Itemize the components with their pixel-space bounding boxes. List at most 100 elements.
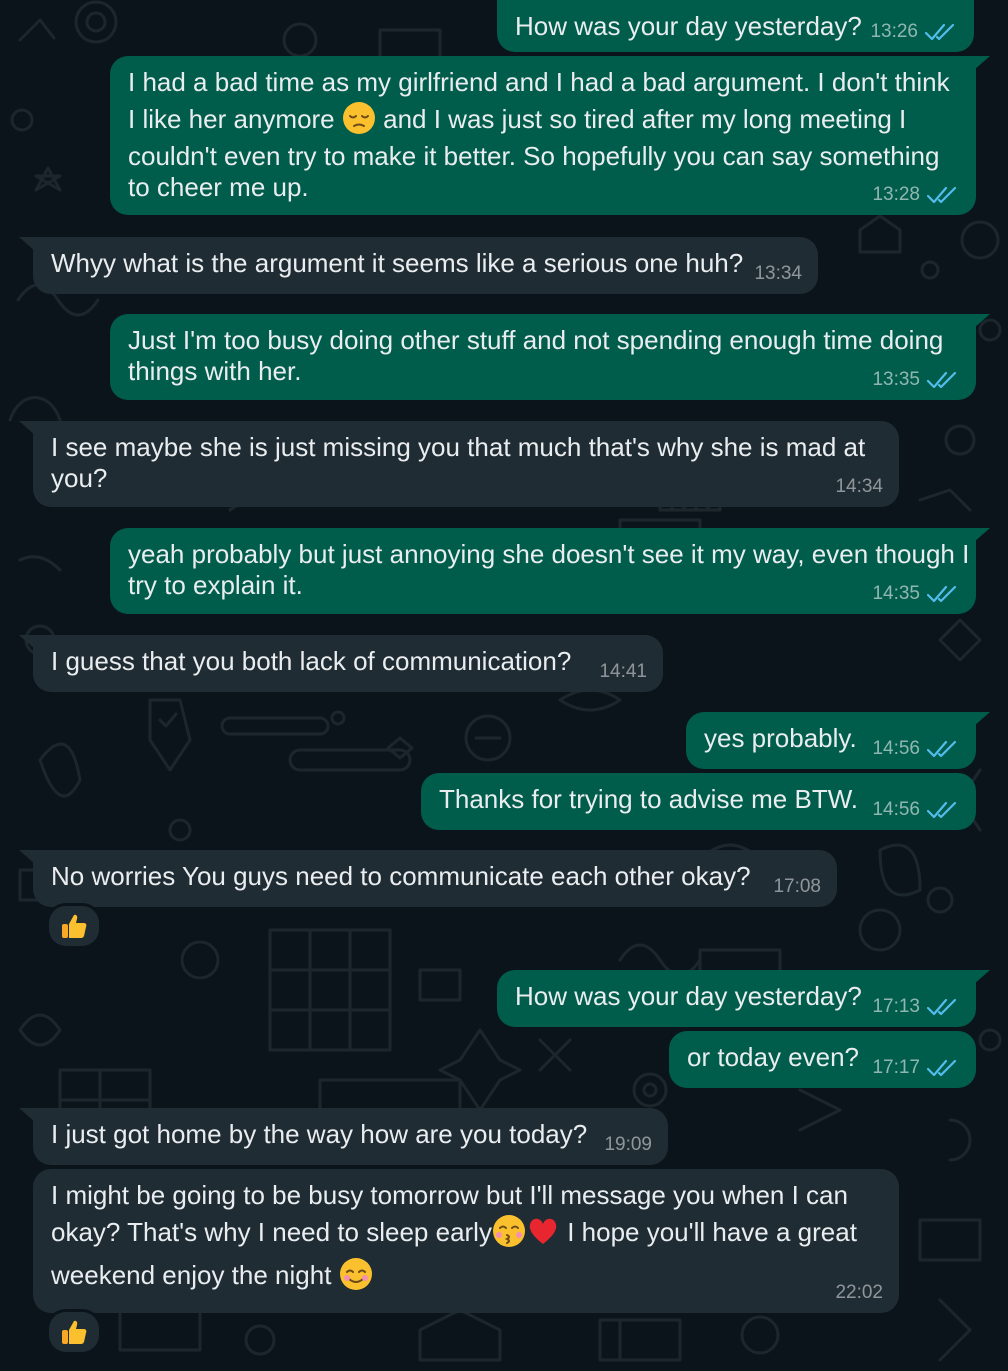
message-line: Whyy what is the argument it seems like … <box>51 248 744 278</box>
red-heart-emoji-icon <box>529 1218 557 1245</box>
outgoing-message[interactable]: Thanks for trying to advise me BTW. 14:56 <box>421 773 976 830</box>
message-text: yeah probably but just annoying she does… <box>128 539 969 601</box>
message-text: How was your day yesterday? <box>515 981 862 1012</box>
smiling-face-emoji-icon <box>339 1258 372 1291</box>
message-line: No worries You guys need to communicate … <box>51 861 751 891</box>
message-meta: 22:02 <box>835 1282 883 1304</box>
outgoing-message[interactable]: yeah probably but just annoying she does… <box>110 528 990 614</box>
incoming-message[interactable]: No worries You guys need to communicate … <box>19 850 837 907</box>
message-time: 13:26 <box>870 21 918 42</box>
bubble-tail <box>19 237 35 251</box>
message-reaction[interactable] <box>46 903 102 949</box>
outgoing-message[interactable]: How was your day yesterday? 13:26 <box>497 0 974 52</box>
message-line: I might be going to be busy tomorrow but… <box>51 1180 848 1210</box>
message-time: 13:28 <box>872 184 920 205</box>
bubble-tail <box>974 56 990 70</box>
message-time: 14:56 <box>872 799 920 820</box>
message-line: How was your day yesterday? <box>515 981 862 1011</box>
bubble-tail <box>974 712 990 726</box>
message-line: How was your day yesterday? <box>515 11 862 41</box>
incoming-message[interactable]: I guess that you both lack of communicat… <box>19 635 663 692</box>
double-check-icon <box>926 998 957 1016</box>
message-text: No worries You guys need to communicate … <box>51 861 751 892</box>
double-check-icon <box>924 23 955 41</box>
message-line: yes probably. <box>704 723 857 753</box>
message-line: Thanks for trying to advise me BTW. <box>439 784 859 814</box>
incoming-message[interactable]: I might be going to be busy tomorrow but… <box>33 1169 899 1313</box>
message-meta: 13:35 <box>872 369 958 391</box>
message-meta: 13:26 <box>870 21 956 43</box>
outgoing-message[interactable]: I had a bad time as my girlfriend and I … <box>110 56 990 215</box>
message-time: 13:34 <box>754 263 802 284</box>
bubble-tail <box>19 850 35 864</box>
message-line: to cheer me up. <box>128 172 309 203</box>
thumbs-up-icon <box>62 914 87 938</box>
message-meta: 14:41 <box>599 661 647 683</box>
outgoing-message[interactable]: yes probably. 14:56 <box>686 712 990 769</box>
message-line: okay? That's why I need to sleep early <box>51 1217 492 1247</box>
outgoing-message[interactable]: Just I'm too busy doing other stuff and … <box>110 314 990 400</box>
message-text: Just I'm too busy doing other stuff and … <box>128 325 943 387</box>
message-line: or today even? <box>687 1042 860 1072</box>
message-meta: 14:35 <box>872 583 958 605</box>
message-line: try to explain it. <box>128 570 303 600</box>
message-meta: 19:09 <box>604 1134 652 1156</box>
message-text: I had a bad time as my girlfriend and I … <box>128 67 950 203</box>
message-meta: 14:34 <box>835 476 883 498</box>
message-time: 17:17 <box>872 1057 920 1078</box>
message-reaction[interactable] <box>46 1309 102 1355</box>
message-text: yes probably. <box>704 723 857 754</box>
double-check-icon <box>926 186 957 204</box>
bubble-tail <box>974 528 990 542</box>
message-line: weekend enjoy the night <box>51 1260 332 1291</box>
message-meta: 17:13 <box>872 996 958 1018</box>
message-line: I hope you'll have a great <box>567 1217 857 1247</box>
message-text: Whyy what is the argument it seems like … <box>51 248 743 279</box>
message-line: and I was just so tired after my long me… <box>383 104 907 134</box>
pensive-face-emoji-icon <box>342 102 375 135</box>
message-time: 17:08 <box>773 876 821 897</box>
message-text: or today even? <box>687 1042 859 1073</box>
message-list[interactable]: How was your day yesterday? 13:26 I had a … <box>0 0 1008 1371</box>
bubble-tail <box>974 970 990 984</box>
message-meta: 17:08 <box>773 876 821 898</box>
message-time: 14:41 <box>599 661 647 682</box>
double-check-icon <box>926 801 957 819</box>
message-text: I guess that you both lack of communicat… <box>51 646 571 677</box>
bubble-tail <box>19 421 35 435</box>
message-time: 14:35 <box>872 583 920 604</box>
message-meta: 17:17 <box>872 1057 958 1079</box>
message-meta: 14:56 <box>872 799 958 821</box>
message-time: 19:09 <box>604 1134 652 1155</box>
incoming-message[interactable]: Whyy what is the argument it seems like … <box>19 237 818 294</box>
double-check-icon <box>926 585 957 603</box>
thumbs-up-icon <box>62 1320 87 1344</box>
message-line: I guess that you both lack of communicat… <box>51 646 572 676</box>
double-check-icon <box>926 1059 957 1077</box>
message-line: I just got home by the way how are you t… <box>51 1119 588 1149</box>
message-meta: 13:34 <box>754 263 802 285</box>
incoming-message[interactable]: I just got home by the way how are you t… <box>19 1108 668 1165</box>
message-time: 14:56 <box>872 738 920 759</box>
message-line: yeah probably but just annoying she does… <box>128 539 970 569</box>
message-meta: 14:56 <box>872 738 958 760</box>
message-text: I might be going to be busy tomorrow but… <box>51 1180 857 1291</box>
incoming-message[interactable]: I see maybe she is just missing you that… <box>19 421 899 507</box>
message-time: 14:34 <box>835 476 883 497</box>
message-text: I see maybe she is just missing you that… <box>51 432 865 494</box>
message-time: 13:35 <box>872 369 920 390</box>
bubble-tail <box>19 635 35 649</box>
message-text: Thanks for trying to advise me BTW. <box>439 784 858 815</box>
message-line: Just I'm too busy doing other stuff and … <box>128 325 944 355</box>
message-line: I like her anymore <box>128 104 335 134</box>
double-check-icon <box>926 371 957 389</box>
bubble-tail <box>974 314 990 328</box>
outgoing-message[interactable]: or today even? 17:17 <box>669 1031 976 1088</box>
bubble-tail <box>19 1108 35 1122</box>
message-time: 17:13 <box>872 996 920 1017</box>
outgoing-message[interactable]: How was your day yesterday? 17:13 <box>497 970 990 1027</box>
double-check-icon <box>926 740 957 758</box>
message-line: couldn't even try to make it better. So … <box>128 141 940 172</box>
message-time: 22:02 <box>835 1282 883 1303</box>
message-line: I had a bad time as my girlfriend and I … <box>128 67 950 97</box>
